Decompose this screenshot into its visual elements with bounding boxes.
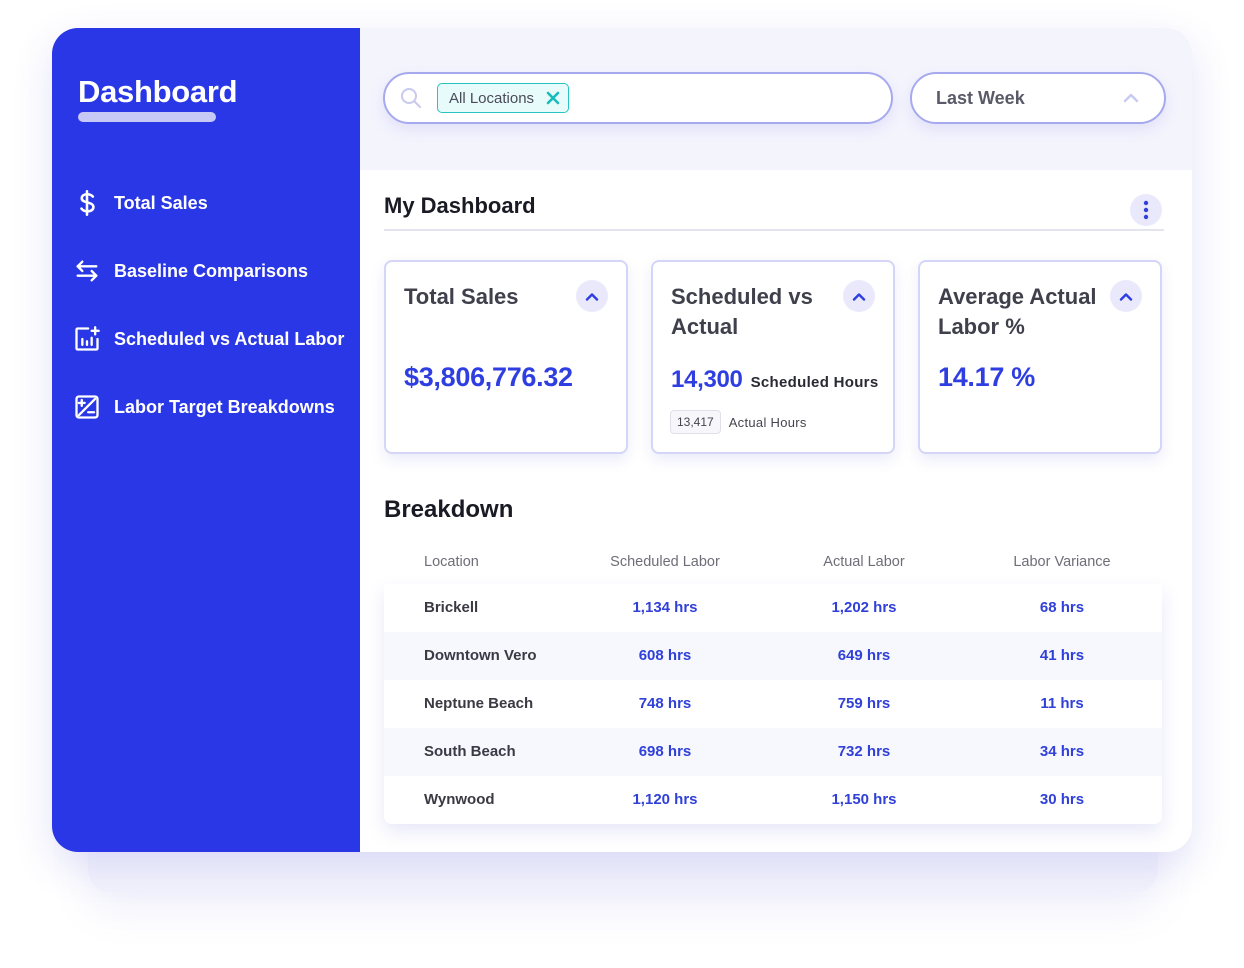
actual-hours-row: 13,417 Actual Hours: [670, 410, 807, 434]
average-labor-card: Average Actual Labor % 14.17 %: [918, 260, 1162, 454]
sidebar-title-underline: [78, 112, 216, 122]
sidebar-item-labor-target-breakdowns[interactable]: Labor Target Breakdowns: [72, 392, 352, 422]
chevron-up-icon: [1123, 93, 1139, 103]
location-chip-label: All Locations: [449, 89, 535, 107]
sidebar-title: Dashboard: [78, 74, 238, 109]
swap-arrows-icon: [72, 256, 102, 286]
actual-labor-cell: 759 hrs: [837, 695, 891, 712]
location-cell: Downtown Vero: [424, 647, 537, 664]
main-content: All Locations Last Week My Dashboard Tot…: [360, 28, 1192, 852]
sidebar-item-baseline-comparisons[interactable]: Baseline Comparisons: [72, 256, 352, 286]
column-header-location[interactable]: Location: [424, 554, 479, 570]
labor-variance-cell: 41 hrs: [1039, 647, 1085, 664]
sidebar-item-label: Labor Target Breakdowns: [114, 396, 335, 417]
table-row[interactable]: Wynwood 1,120 hrs 1,150 hrs 30 hrs: [384, 776, 1162, 824]
actual-hours-label: Actual Hours: [728, 414, 807, 430]
chart-plus-icon: [72, 324, 102, 354]
chevron-up-icon: [852, 292, 866, 301]
table-row[interactable]: Downtown Vero 608 hrs 649 hrs 41 hrs: [384, 632, 1162, 680]
total-sales-value: $3,806,776.32: [404, 362, 573, 392]
card-title: Scheduled vs Actual: [671, 284, 813, 339]
scheduled-labor-cell: 1,120 hrs: [632, 791, 698, 808]
scheduled-labor-cell: 698 hrs: [638, 743, 692, 760]
location-cell: Brickell: [424, 599, 479, 616]
sidebar-item-label: Baseline Comparisons: [114, 260, 309, 281]
location-search-input[interactable]: All Locations: [383, 72, 893, 124]
sidebar-item-label: Total Sales: [114, 192, 208, 213]
remove-chip-icon[interactable]: [546, 91, 560, 105]
location-cell: Wynwood: [424, 791, 495, 808]
period-selected-value: Last Week: [936, 87, 1025, 108]
sidebar-nav: Total Sales Baseline Comparisons Schedul…: [72, 188, 352, 460]
column-header-actual-labor[interactable]: Actual Labor: [794, 554, 934, 570]
location-filter-chip: All Locations: [437, 83, 570, 113]
sidebar-item-scheduled-vs-actual-labor[interactable]: Scheduled vs Actual Labor: [72, 324, 352, 354]
breakdown-table: Brickell 1,134 hrs 1,202 hrs 68 hrs Down…: [384, 584, 1162, 824]
period-dropdown[interactable]: Last Week: [910, 72, 1166, 124]
location-cell: Neptune Beach: [424, 695, 534, 712]
collapse-card-button[interactable]: [576, 280, 608, 312]
scheduled-vs-actual-card: Scheduled vs Actual 14,300 Scheduled Hou…: [651, 260, 895, 454]
chevron-up-icon: [1119, 292, 1133, 301]
column-header-scheduled-labor[interactable]: Scheduled Labor: [595, 554, 735, 570]
scheduled-hours-label: Scheduled Hours: [750, 374, 879, 391]
table-row[interactable]: Neptune Beach 748 hrs 759 hrs 11 hrs: [384, 680, 1162, 728]
scheduled-labor-cell: 1,134 hrs: [632, 599, 698, 616]
breakdown-title: Breakdown: [384, 496, 514, 523]
average-labor-value: 14.17 %: [938, 362, 1035, 392]
scheduled-hours-value: 14,300: [671, 366, 743, 393]
table-row[interactable]: Brickell 1,134 hrs 1,202 hrs 68 hrs: [384, 584, 1162, 632]
sidebar-item-label: Scheduled vs Actual Labor: [114, 328, 345, 349]
page-title: My Dashboard: [384, 193, 536, 218]
scheduled-labor-cell: 608 hrs: [638, 647, 692, 664]
labor-variance-cell: 30 hrs: [1039, 791, 1085, 808]
column-header-labor-variance[interactable]: Labor Variance: [992, 554, 1132, 570]
scheduled-labor-cell: 748 hrs: [638, 695, 692, 712]
card-title: Total Sales: [404, 284, 519, 309]
table-row[interactable]: South Beach 698 hrs 732 hrs 34 hrs: [384, 728, 1162, 776]
search-icon: [401, 88, 421, 108]
actual-labor-cell: 1,150 hrs: [831, 791, 897, 808]
scheduled-hours-row: 14,300 Scheduled Hours: [671, 366, 878, 394]
dollar-icon: [72, 188, 102, 218]
plus-minus-icon: [72, 392, 102, 422]
labor-variance-cell: 11 hrs: [1040, 695, 1084, 712]
breakdown-table-header: Location Scheduled Labor Actual Labor La…: [384, 554, 1162, 584]
collapse-card-button[interactable]: [1110, 280, 1142, 312]
chevron-up-icon: [585, 292, 599, 301]
actual-labor-cell: 1,202 hrs: [831, 599, 897, 616]
dashboard-window: Dashboard Total Sales Baseline Compariso…: [52, 28, 1192, 852]
sidebar: Dashboard Total Sales Baseline Compariso…: [52, 28, 360, 852]
collapse-card-button[interactable]: [843, 280, 875, 312]
section-divider: [384, 229, 1164, 231]
labor-variance-cell: 34 hrs: [1039, 743, 1085, 760]
total-sales-card: Total Sales $3,806,776.32: [384, 260, 628, 454]
location-cell: South Beach: [424, 743, 516, 760]
actual-labor-cell: 732 hrs: [837, 743, 891, 760]
labor-variance-cell: 68 hrs: [1039, 599, 1085, 616]
filter-bar: All Locations Last Week: [360, 28, 1192, 170]
more-options-button[interactable]: [1130, 194, 1162, 226]
card-title: Average Actual Labor %: [938, 284, 1097, 339]
actual-hours-value: 13,417: [670, 410, 721, 434]
actual-labor-cell: 649 hrs: [837, 647, 891, 664]
kebab-menu-icon: [1143, 200, 1149, 220]
sidebar-item-total-sales[interactable]: Total Sales: [72, 188, 352, 218]
